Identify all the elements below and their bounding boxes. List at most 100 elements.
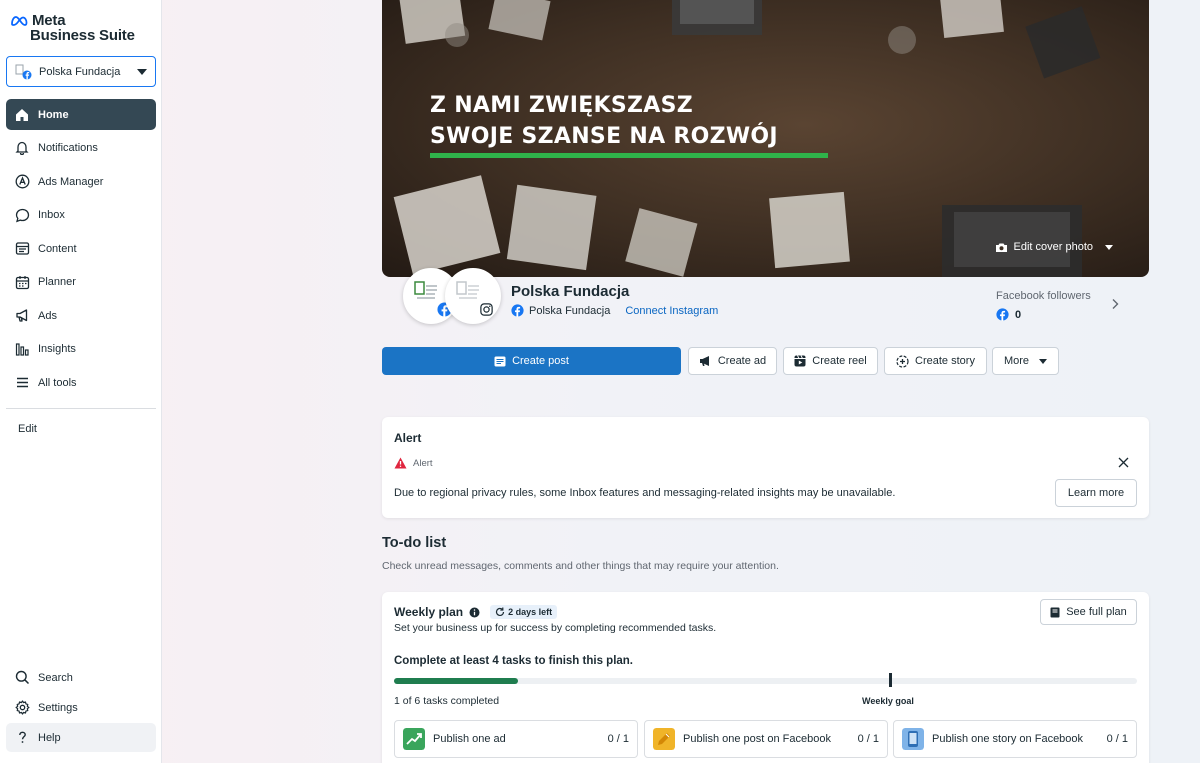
task-count: 0 / 1 (1106, 733, 1128, 745)
facebook-followers-summary[interactable]: Facebook followers 0 (996, 290, 1091, 321)
chevron-down-icon (1105, 244, 1113, 250)
learn-more-button[interactable]: Learn more (1055, 479, 1137, 507)
see-full-plan-label: See full plan (1066, 606, 1127, 618)
todo-title: To-do list (382, 535, 447, 551)
bar-chart-icon (14, 341, 30, 357)
weekly-goal-marker (889, 673, 892, 687)
meta-business-suite-logo[interactable]: Meta Business Suite (10, 12, 150, 44)
nav-item-home[interactable]: Home (6, 99, 156, 130)
search-icon (14, 670, 30, 686)
refresh-icon (496, 607, 505, 617)
cover-headline-line1: Z NAMI ZWIĘKSZASZ (430, 93, 693, 118)
nav-label: Help (38, 731, 61, 744)
task-name: Publish one story on Facebook (932, 733, 1084, 745)
chevron-down-icon (137, 68, 147, 75)
create-story-button[interactable]: Create story (884, 347, 987, 375)
task-publish-post[interactable]: Publish one post on Facebook 0 / 1 (644, 720, 888, 758)
weekly-plan-title: Weekly plan (394, 605, 464, 619)
book-icon (1050, 607, 1060, 617)
instagram-account-avatar[interactable] (445, 268, 501, 324)
nav-label: Settings (38, 701, 78, 714)
nav-item-notifications[interactable]: Notifications (6, 133, 156, 164)
task-count: 0 / 1 (857, 733, 879, 745)
page-title: Polska Fundacja (511, 283, 630, 300)
foundation-logo-icon (414, 281, 437, 299)
nav-item-ads[interactable]: Ads (6, 300, 156, 331)
days-left-badge: 2 days left (490, 605, 558, 619)
create-post-label: Create post (512, 355, 569, 367)
nav-item-planner[interactable]: Planner (6, 267, 156, 298)
weekly-goal-label: Weekly goal (862, 696, 914, 706)
plan-goal-heading: Complete at least 4 tasks to finish this… (394, 655, 634, 667)
followers-count: 0 (1015, 308, 1022, 321)
chevron-right-icon[interactable] (1110, 298, 1120, 310)
camera-icon (995, 243, 1007, 252)
nav-item-inbox[interactable]: Inbox (6, 200, 156, 231)
create-post-button[interactable]: Create post (382, 347, 681, 375)
inbox-icon (14, 207, 30, 223)
nav-divider (6, 408, 156, 409)
logo-meta-text: Meta (32, 12, 66, 29)
alert-tag-label: Alert (413, 457, 433, 469)
weekly-plan-description: Set your business up for success by comp… (394, 622, 717, 634)
nav-item-content[interactable]: Content (6, 233, 156, 264)
nav-item-ads-manager[interactable]: Ads Manager (6, 166, 156, 197)
post-pencil-icon (653, 728, 675, 750)
alert-tag: Alert (394, 457, 433, 469)
alert-card: Alert Alert Due to regional privacy rule… (382, 417, 1149, 518)
sidebar: Meta Business Suite Polska Fundacja Home… (0, 0, 162, 763)
connect-instagram-link[interactable]: Connect Instagram (625, 305, 718, 317)
edit-cover-photo-button[interactable]: Edit cover photo (995, 241, 1113, 253)
create-story-label: Create story (915, 355, 975, 367)
ads-manager-icon (14, 174, 30, 190)
gear-icon (14, 700, 30, 716)
nav-label: Planner (38, 276, 76, 288)
megaphone-icon (14, 308, 30, 324)
menu-icon (14, 375, 30, 391)
see-full-plan-button[interactable]: See full plan (1040, 599, 1137, 625)
nav-item-search[interactable]: Search (6, 663, 156, 692)
followers-label: Facebook followers (996, 290, 1091, 302)
tasks-completed-text: 1 of 6 tasks completed (394, 695, 500, 707)
meta-logo-icon (11, 16, 28, 26)
megaphone-icon (699, 356, 709, 366)
nav-label: Ads Manager (38, 175, 104, 188)
calendar-icon (14, 274, 30, 290)
logo-business-suite-text: Business Suite (30, 27, 135, 44)
more-actions-button[interactable]: More (992, 347, 1059, 375)
cover-headline: Z NAMI ZWIĘKSZASZ SWOJE SZANSE NA ROZWÓJ (430, 90, 778, 152)
plan-progress-fill (394, 678, 518, 684)
weekly-plan-header: Weekly plan 2 days left (394, 605, 558, 619)
content-icon (14, 241, 30, 257)
chevron-down-icon (1039, 358, 1048, 364)
nav-item-settings[interactable]: Settings (6, 693, 156, 722)
ad-chart-icon (403, 728, 425, 750)
facebook-icon (996, 308, 1009, 321)
more-label: More (1003, 355, 1030, 367)
edit-nav-button[interactable]: Edit (18, 423, 37, 435)
help-icon (14, 730, 30, 746)
main-nav: Home Notifications Ads Manager Inbox Con… (6, 99, 156, 401)
info-icon[interactable] (469, 607, 480, 618)
task-name: Publish one post on Facebook (683, 733, 831, 745)
account-selector[interactable]: Polska Fundacja (6, 56, 156, 87)
warning-icon (394, 457, 407, 469)
task-publish-ad[interactable]: Publish one ad 0 / 1 (394, 720, 638, 758)
nav-item-all-tools[interactable]: All tools (6, 367, 156, 398)
account-name: Polska Fundacja (39, 65, 121, 78)
task-publish-story[interactable]: Publish one story on Facebook 0 / 1 (893, 720, 1137, 758)
create-ad-button[interactable]: Create ad (688, 347, 777, 375)
create-ad-label: Create ad (717, 355, 767, 367)
alert-title: Alert (394, 431, 422, 445)
cover-green-underline (430, 153, 828, 158)
nav-item-help[interactable]: Help (6, 723, 156, 752)
create-reel-label: Create reel (812, 355, 867, 367)
nav-label: Notifications (38, 142, 98, 154)
cover-photo: Z NAMI ZWIĘKSZASZ SWOJE SZANSE NA ROZWÓJ… (382, 0, 1149, 277)
todo-subtitle: Check unread messages, comments and othe… (382, 560, 779, 572)
page-accounts-row: Polska Fundacja Connect Instagram (511, 304, 718, 317)
close-icon[interactable] (1118, 457, 1129, 468)
nav-item-insights[interactable]: Insights (6, 334, 156, 365)
facebook-page-link[interactable]: Polska Fundacja (529, 305, 610, 317)
create-reel-button[interactable]: Create reel (783, 347, 878, 375)
